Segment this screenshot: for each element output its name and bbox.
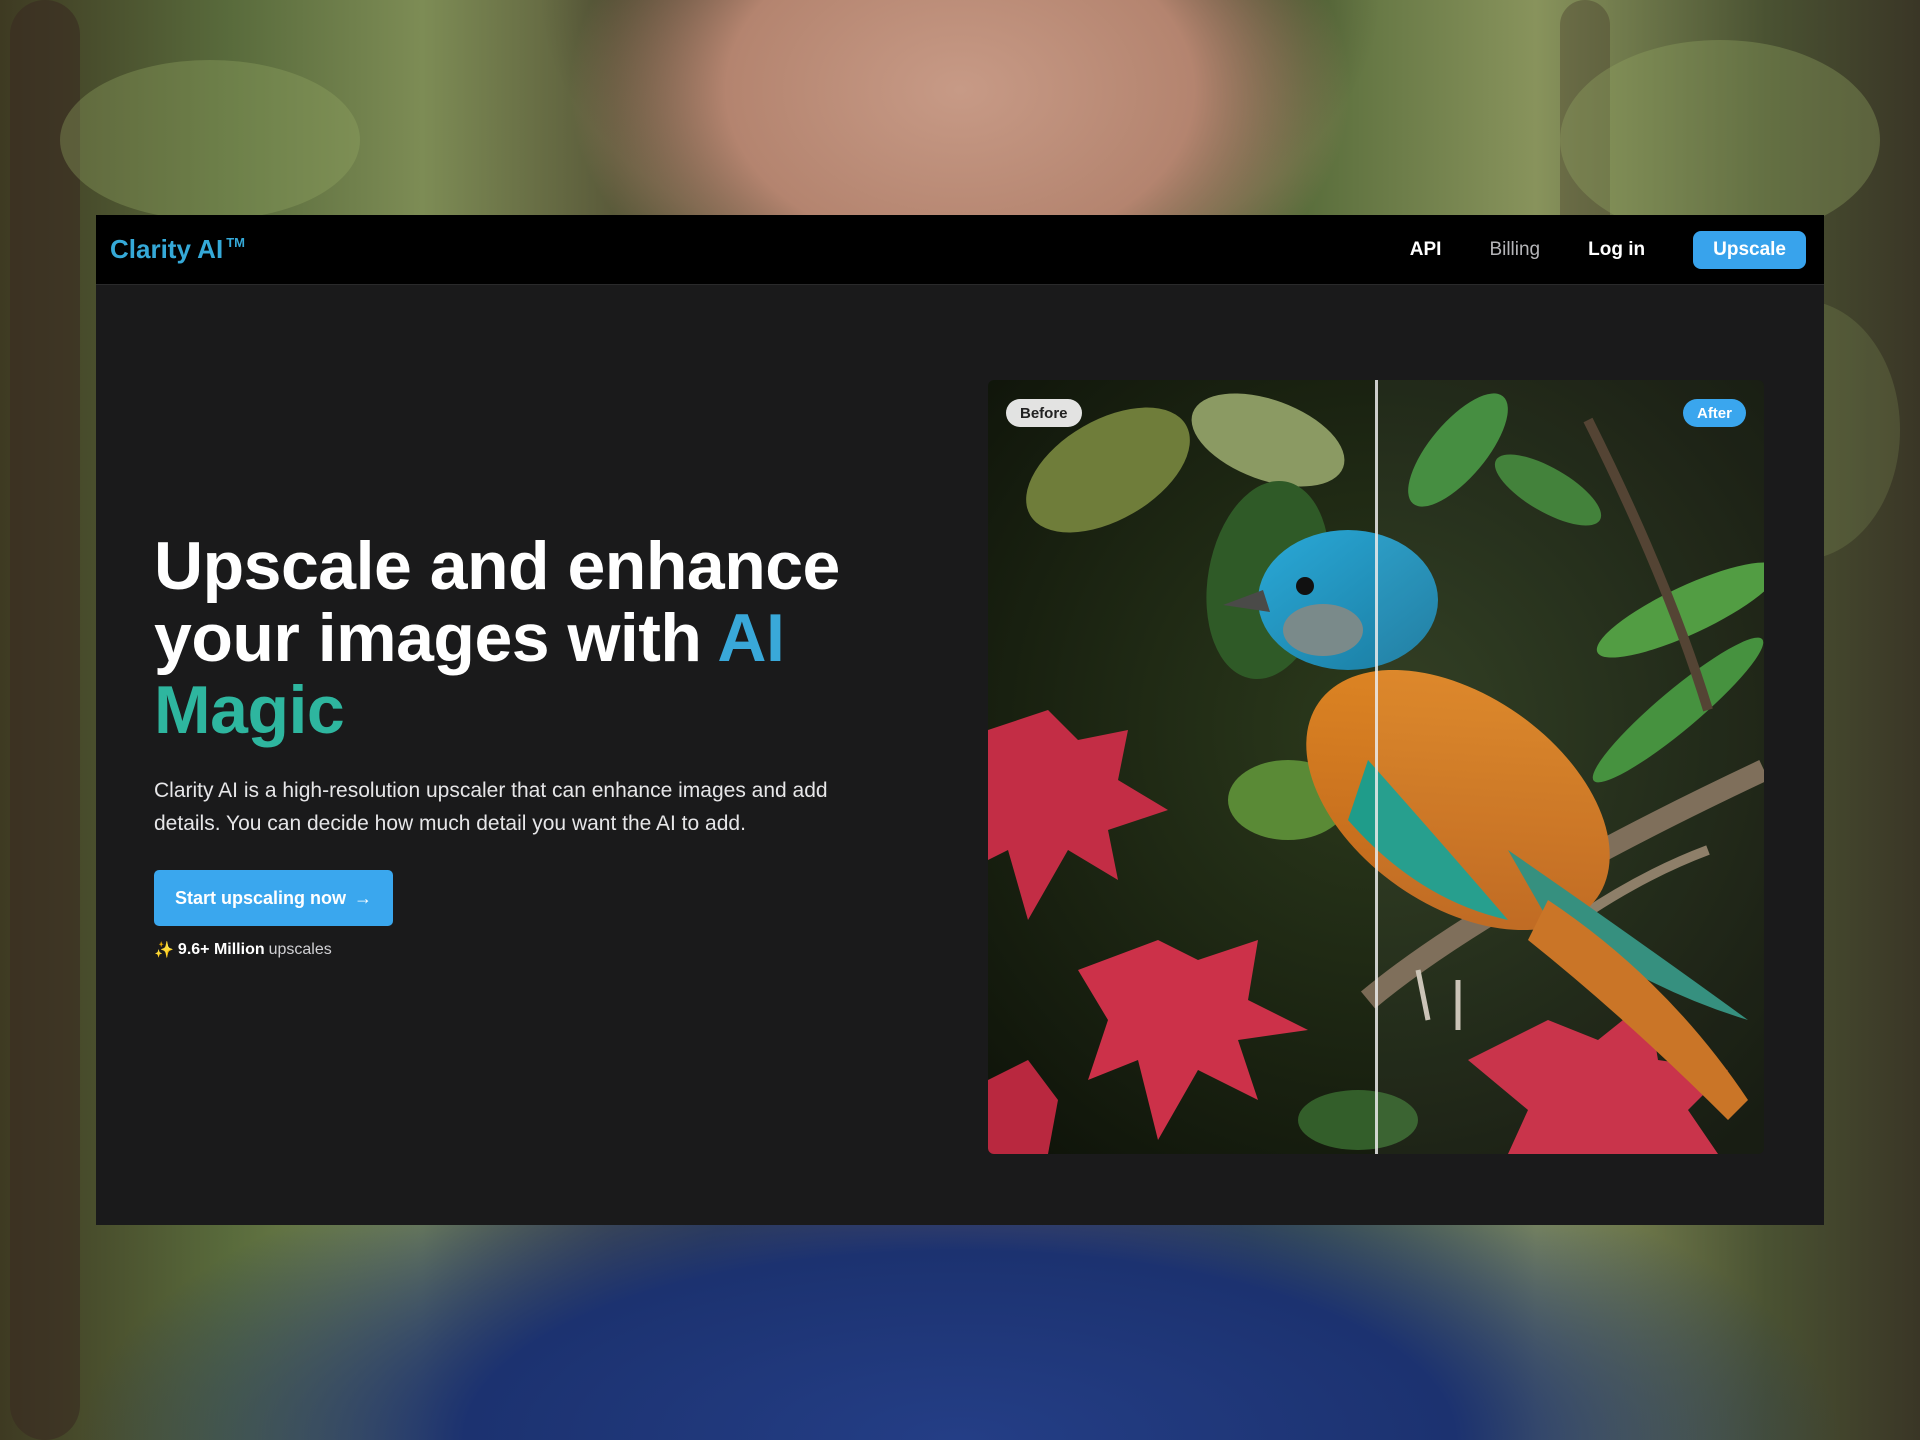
sparkles-icon: ✨ xyxy=(154,942,174,959)
upscale-count: ✨ 9.6+ Million upscales xyxy=(154,940,914,960)
nav-link-api[interactable]: API xyxy=(1410,239,1442,261)
hero-description: Clarity AI is a high-resolution upscaler… xyxy=(154,779,828,835)
nav-links: API Billing Log in xyxy=(1410,239,1645,261)
before-after-comparison[interactable]: Before After xyxy=(988,380,1764,1154)
hero-title-accent-magic: Magic xyxy=(154,672,345,748)
upscale-count-label: upscales xyxy=(268,941,332,958)
after-label: After xyxy=(1682,399,1746,427)
upscale-count-value: 9.6+ Million xyxy=(177,941,265,958)
hero-title-line1: Upscale and enhance xyxy=(154,528,840,604)
brand-logo[interactable]: Clarity AI TM xyxy=(110,234,245,265)
comparison-slider-handle[interactable] xyxy=(1375,380,1378,1154)
hero-section: Upscale and enhance your images with AI … xyxy=(154,530,914,960)
hero-title-accent-ai: AI xyxy=(717,600,785,676)
app-window: Clarity AI TM API Billing Log in Upscale… xyxy=(96,215,1824,1225)
start-upscaling-label: Start upscaling now xyxy=(175,887,347,908)
before-label: Before xyxy=(1006,399,1082,427)
upscale-button[interactable]: Upscale xyxy=(1693,230,1806,269)
hero-title: Upscale and enhance your images with AI … xyxy=(154,530,914,746)
nav-link-billing[interactable]: Billing xyxy=(1489,239,1540,261)
brand-name: Clarity AI xyxy=(110,234,224,264)
arrow-right-icon: → xyxy=(354,887,373,908)
navbar: Clarity AI TM API Billing Log in Upscale xyxy=(96,215,1824,285)
hero-title-line2: your images with xyxy=(154,600,702,676)
start-upscaling-button[interactable]: Start upscaling now → xyxy=(154,870,394,926)
trademark-mark: TM xyxy=(226,235,245,250)
nav-link-login[interactable]: Log in xyxy=(1588,239,1645,261)
